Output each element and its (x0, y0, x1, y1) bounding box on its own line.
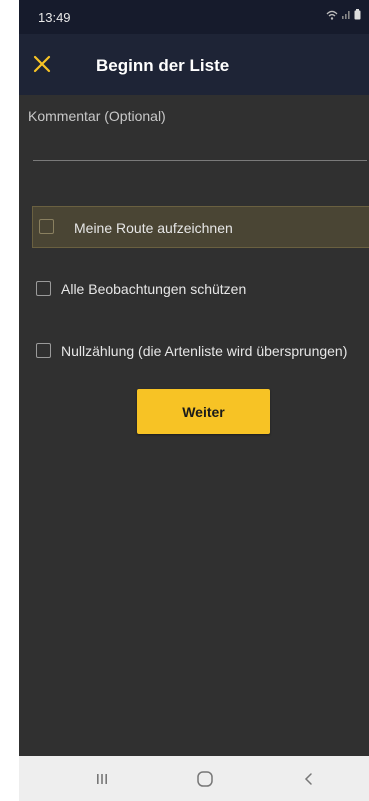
zero-count-label: Nullzählung (die Artenliste wird überspr… (61, 343, 348, 359)
protect-observations-label: Alle Beobachtungen schützen (61, 281, 247, 297)
status-bar: 13:49 (19, 0, 369, 34)
protect-observations-option[interactable]: Alle Beobachtungen schützen (36, 279, 336, 299)
app-bar: Beginn der Liste (19, 34, 369, 95)
battery-icon (354, 9, 361, 20)
continue-button[interactable]: Weiter (137, 389, 270, 434)
status-icons (326, 9, 361, 20)
recent-apps-icon[interactable] (72, 756, 132, 801)
comment-input[interactable] (33, 126, 367, 161)
zero-count-option[interactable]: Nullzählung (die Artenliste wird überspr… (36, 341, 366, 361)
comment-label: Kommentar (Optional) (28, 108, 166, 124)
phone-screen: 13:49 Beginn der Liste Kommentar (Option… (19, 0, 369, 801)
status-time: 13:49 (38, 10, 71, 25)
close-icon[interactable] (30, 52, 54, 76)
protect-observations-checkbox[interactable] (36, 281, 51, 296)
wifi-icon (326, 10, 338, 20)
record-route-option[interactable]: Meine Route aufzeichnen (32, 206, 369, 248)
back-icon[interactable] (279, 756, 339, 801)
zero-count-checkbox[interactable] (36, 343, 51, 358)
page-title: Beginn der Liste (96, 56, 230, 75)
signal-icon (341, 10, 351, 20)
system-nav-bar (19, 756, 369, 801)
home-icon[interactable] (175, 756, 235, 801)
record-route-label: Meine Route aufzeichnen (74, 220, 233, 236)
record-route-checkbox[interactable] (39, 219, 54, 234)
